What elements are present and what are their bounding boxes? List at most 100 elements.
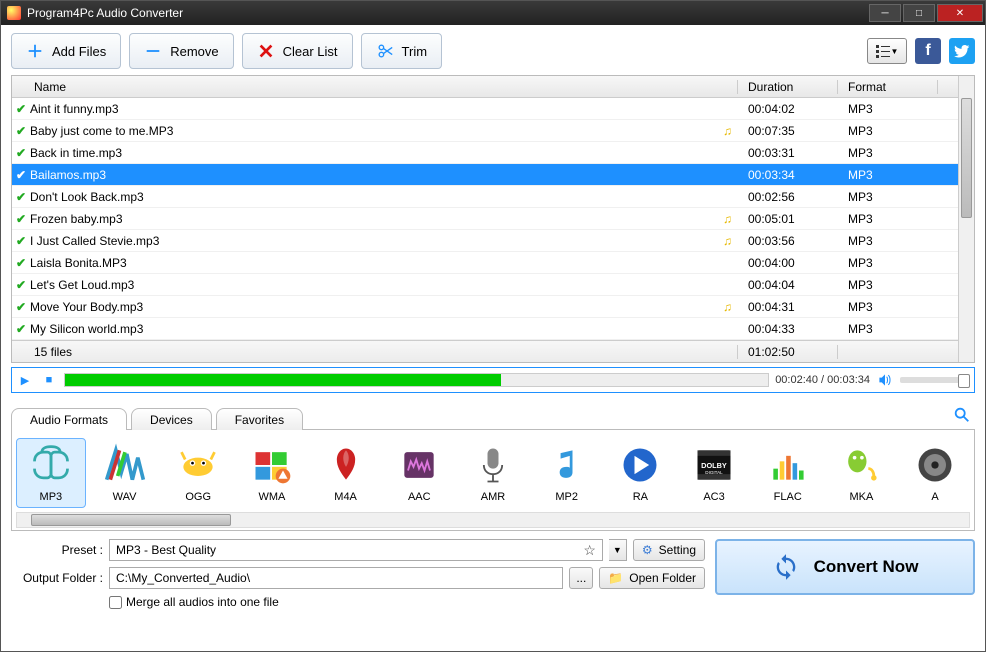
format-aac[interactable]: AAC [384, 438, 454, 508]
format-a[interactable]: A [900, 438, 970, 508]
grid-summary: 15 files 01:02:50 [12, 340, 958, 362]
open-folder-button[interactable]: 📁 Open Folder [599, 567, 705, 589]
trim-label: Trim [402, 44, 428, 59]
star-icon[interactable]: ☆ [583, 542, 596, 559]
stop-button[interactable]: ■ [40, 371, 58, 389]
setting-button[interactable]: ⚙ Setting [633, 539, 705, 561]
row-duration: 00:03:56 [738, 234, 838, 248]
format-ogg[interactable]: OGG [163, 438, 233, 508]
table-row[interactable]: ✔ Frozen baby.mp3♫ 00:05:01 MP3 [12, 208, 958, 230]
horizontal-scrollbar[interactable] [16, 512, 970, 528]
header-duration[interactable]: Duration [738, 80, 838, 94]
format-mp2[interactable]: MP2 [532, 438, 602, 508]
close-button[interactable]: ✕ [937, 4, 983, 22]
output-folder-field[interactable]: C:\My_Converted_Audio\ [109, 567, 563, 589]
format-label: WMA [258, 491, 285, 503]
play-button[interactable]: ▶ [16, 371, 34, 389]
table-row[interactable]: ✔ Aint it funny.mp3 00:04:02 MP3 [12, 98, 958, 120]
row-format: MP3 [838, 124, 938, 138]
music-note-icon: ♫ [723, 234, 732, 248]
player-bar: ▶ ■ 00:02:40 / 00:03:34 [11, 367, 975, 393]
row-format: MP3 [838, 300, 938, 314]
header-name[interactable]: Name [12, 80, 738, 94]
search-icon[interactable] [953, 406, 971, 429]
check-icon: ✔ [12, 168, 30, 182]
scrollbar-thumb[interactable] [961, 98, 972, 218]
row-name: My Silicon world.mp3 [30, 322, 738, 336]
tab-devices[interactable]: Devices [131, 408, 212, 430]
row-format: MP3 [838, 256, 938, 270]
table-row[interactable]: ✔ Don't Look Back.mp3 00:02:56 MP3 [12, 186, 958, 208]
preset-label: Preset : [11, 543, 103, 557]
format-mka[interactable]: MKA [827, 438, 897, 508]
row-name: Bailamos.mp3 [30, 168, 738, 182]
add-files-button[interactable]: Add Files [11, 33, 121, 69]
format-ac3[interactable]: DOLBYDIGITAL AC3 [679, 438, 749, 508]
format-label: OGG [185, 491, 211, 503]
maximize-button[interactable]: □ [903, 4, 935, 22]
check-icon: ✔ [12, 190, 30, 204]
preset-dropdown-arrow[interactable]: ▼ [609, 539, 627, 561]
twitter-button[interactable] [949, 38, 975, 64]
preset-field[interactable]: MP3 - Best Quality ☆ [109, 539, 603, 561]
format-label: M4A [334, 491, 357, 503]
check-icon: ✔ [12, 300, 30, 314]
volume-slider[interactable] [900, 377, 970, 383]
row-name: Aint it funny.mp3 [30, 102, 738, 116]
format-mp3[interactable]: MP3 [16, 438, 86, 508]
output-folder-label: Output Folder : [11, 571, 103, 585]
table-row[interactable]: ✔ Back in time.mp3 00:03:31 MP3 [12, 142, 958, 164]
table-row[interactable]: ✔ Let's Get Loud.mp3 00:04:04 MP3 [12, 274, 958, 296]
table-row[interactable]: ✔ Laisla Bonita.MP3 00:04:00 MP3 [12, 252, 958, 274]
format-label: MKA [849, 491, 873, 503]
progress-fill [65, 374, 501, 386]
format-flac[interactable]: FLAC [753, 438, 823, 508]
format-amr[interactable]: AMR [458, 438, 528, 508]
clear-list-button[interactable]: Clear List [242, 33, 353, 69]
format-wma[interactable]: WMA [237, 438, 307, 508]
header-format[interactable]: Format [838, 80, 938, 94]
vertical-scrollbar[interactable] [958, 76, 974, 362]
remove-label: Remove [170, 44, 218, 59]
table-row[interactable]: ✔ I Just Called Stevie.mp3♫ 00:03:56 MP3 [12, 230, 958, 252]
wav-icon [103, 443, 147, 487]
format-ra[interactable]: RA [606, 438, 676, 508]
trim-button[interactable]: Trim [361, 33, 443, 69]
row-name: Frozen baby.mp3♫ [30, 212, 738, 226]
format-wav[interactable]: WAV [90, 438, 160, 508]
hscroll-thumb[interactable] [31, 514, 231, 526]
remove-button[interactable]: Remove [129, 33, 233, 69]
format-label: WAV [113, 491, 137, 503]
row-duration: 00:04:04 [738, 278, 838, 292]
table-row[interactable]: ✔ Move Your Body.mp3♫ 00:04:31 MP3 [12, 296, 958, 318]
progress-bar[interactable] [64, 373, 769, 387]
tab-audio-formats[interactable]: Audio Formats [11, 408, 127, 430]
amr-icon [471, 443, 515, 487]
svg-text:DIGITAL: DIGITAL [705, 470, 723, 475]
volume-icon[interactable] [876, 371, 894, 389]
setting-label: Setting [659, 543, 696, 557]
row-name: Let's Get Loud.mp3 [30, 278, 738, 292]
view-mode-button[interactable]: ▼ [867, 38, 907, 64]
minimize-button[interactable]: ─ [869, 4, 901, 22]
merge-checkbox[interactable] [109, 596, 122, 609]
bottom-panel: Preset : MP3 - Best Quality ☆ ▼ ⚙ Settin… [11, 539, 975, 609]
twitter-icon [954, 43, 970, 59]
format-label: MP2 [555, 491, 578, 503]
table-row[interactable]: ✔ Bailamos.mp3 00:03:34 MP3 [12, 164, 958, 186]
file-grid: Name Duration Format ✔ Aint it funny.mp3… [11, 75, 975, 363]
format-m4a[interactable]: M4A [311, 438, 381, 508]
browse-button[interactable]: ... [569, 567, 593, 589]
row-duration: 00:02:56 [738, 190, 838, 204]
format-label: RA [633, 491, 648, 503]
tab-favorites[interactable]: Favorites [216, 408, 303, 430]
svg-text:DOLBY: DOLBY [701, 461, 727, 470]
table-row[interactable]: ✔ My Silicon world.mp3 00:04:33 MP3 [12, 318, 958, 340]
table-row[interactable]: ✔ Baby just come to me.MP3♫ 00:07:35 MP3 [12, 120, 958, 142]
row-format: MP3 [838, 102, 938, 116]
row-format: MP3 [838, 146, 938, 160]
facebook-button[interactable]: f [915, 38, 941, 64]
flac-icon [766, 443, 810, 487]
grid-header: Name Duration Format [12, 76, 958, 98]
convert-now-button[interactable]: Convert Now [715, 539, 975, 595]
